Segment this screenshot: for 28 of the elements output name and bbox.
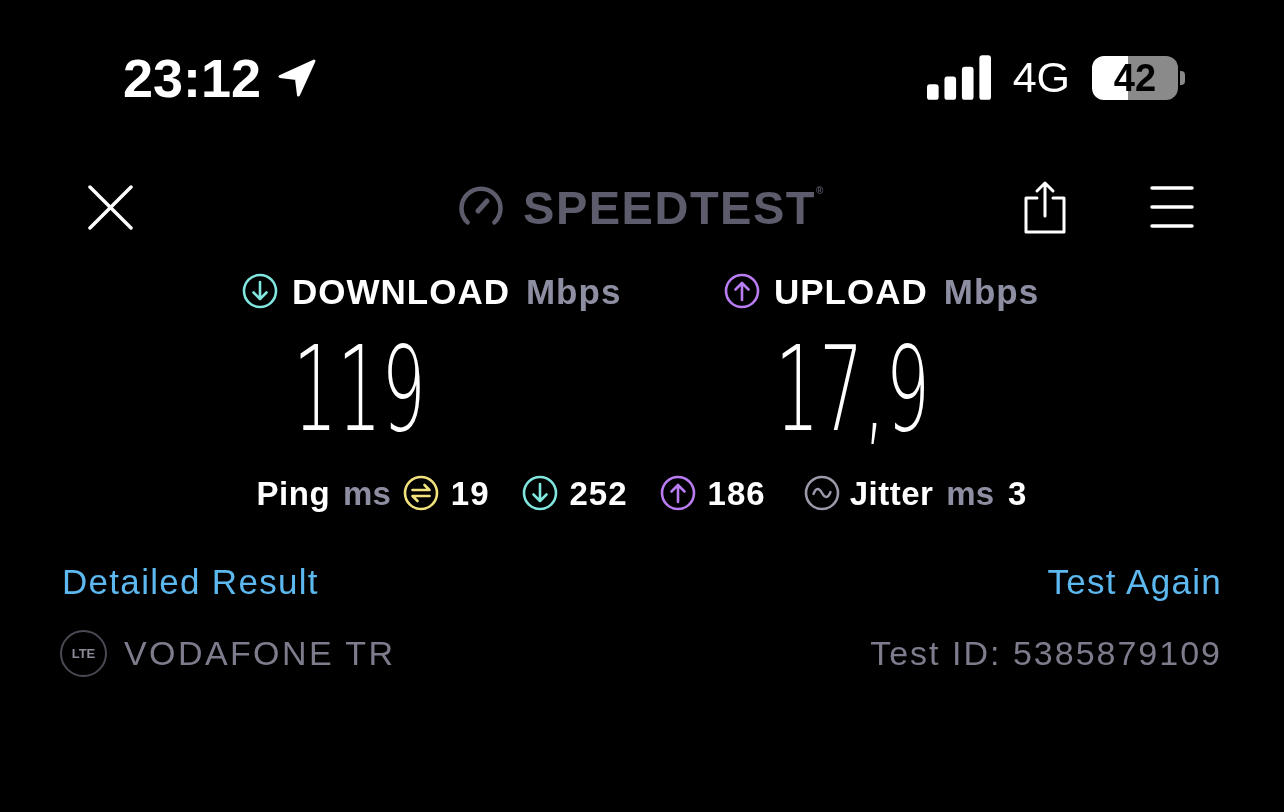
close-icon[interactable] xyxy=(88,184,133,230)
unit-label: Mbps xyxy=(525,273,622,309)
ping-label: Ping xyxy=(256,476,331,510)
share-icon[interactable] xyxy=(1024,180,1066,234)
result-link[interactable]: Test Again xyxy=(1047,561,1222,603)
wave-circle-icon xyxy=(803,475,840,511)
result-label: DOWNLOAD xyxy=(292,273,510,309)
test-id: Test ID: 5385879109 xyxy=(870,633,1222,674)
location-arrow-icon xyxy=(277,57,318,98)
ping-value: 186 xyxy=(707,476,766,510)
jitter-value: 3 xyxy=(1008,476,1028,510)
unit-label: Mbps xyxy=(943,273,1040,309)
menu-icon[interactable] xyxy=(1150,185,1194,229)
ping-value: 19 xyxy=(450,476,490,510)
clock-time: 23:12 xyxy=(123,50,262,105)
jitter-label: Jitter xyxy=(849,476,934,510)
unit-label: ms xyxy=(343,476,391,510)
unit-label: ms xyxy=(946,476,995,510)
signal-bars-icon xyxy=(926,55,991,100)
network-type-label: LTE xyxy=(60,630,107,677)
network-type: 4G xyxy=(1012,56,1070,99)
speed-value: 17,9 xyxy=(775,330,930,448)
speed-value: 119 xyxy=(293,330,426,448)
speedtest-logo-text: SPEEDTEST$^{®}$ xyxy=(523,183,825,231)
result-link[interactable]: Detailed Result xyxy=(62,561,319,603)
result-label: UPLOAD xyxy=(774,273,928,309)
carrier-name: VODAFONE TR xyxy=(124,633,396,674)
ping-value: 252 xyxy=(569,476,628,510)
